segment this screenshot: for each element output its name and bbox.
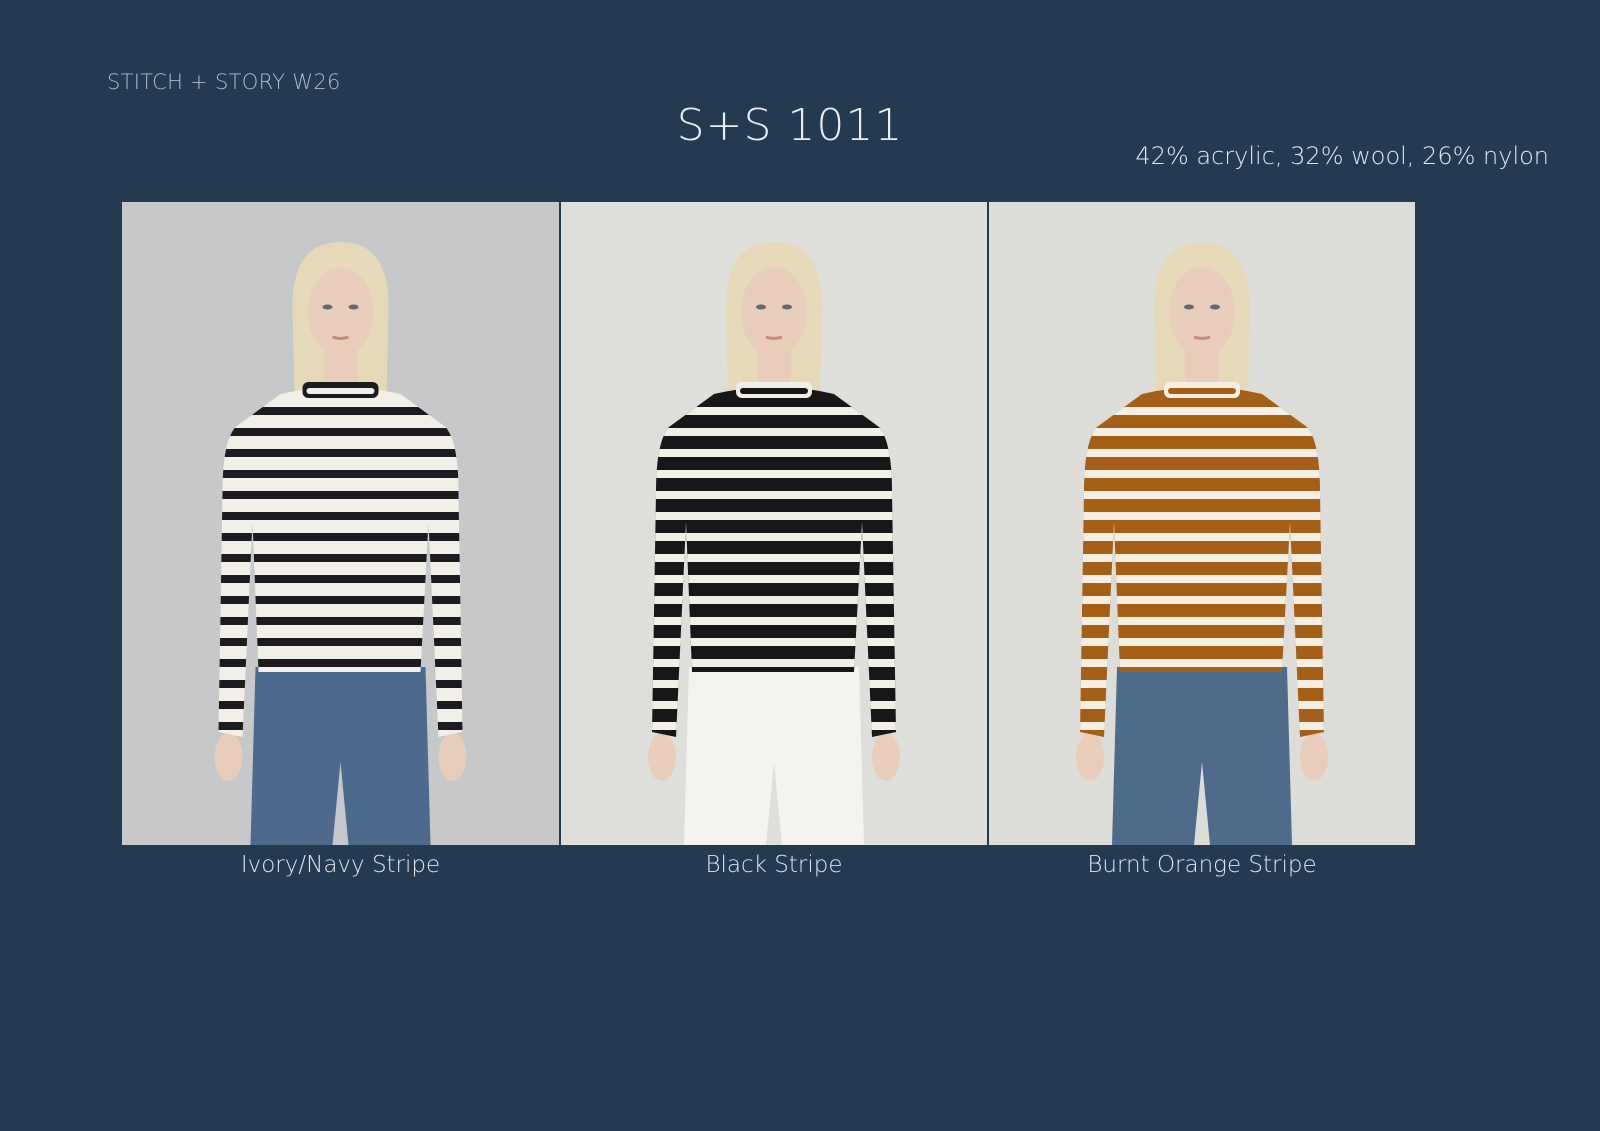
colorway-photo-ivory-navy — [122, 202, 559, 845]
colorway-photo-burnt-orange — [989, 202, 1415, 845]
model-illustration — [561, 202, 987, 845]
colorway-caption: Ivory/Navy Stripe — [240, 852, 441, 878]
colorway-photo-row — [122, 202, 1415, 845]
model-illustration — [989, 202, 1415, 845]
colorway-photo-black — [561, 202, 987, 845]
colorway-caption: Black Stripe — [705, 852, 843, 878]
model-illustration — [122, 202, 559, 845]
colorway-caption: Burnt Orange Stripe — [1087, 852, 1317, 878]
fabric-composition: 42% acrylic, 32% wool, 26% nylon — [1135, 142, 1549, 170]
brand-label: STITCH + STORY W26 — [107, 70, 341, 94]
